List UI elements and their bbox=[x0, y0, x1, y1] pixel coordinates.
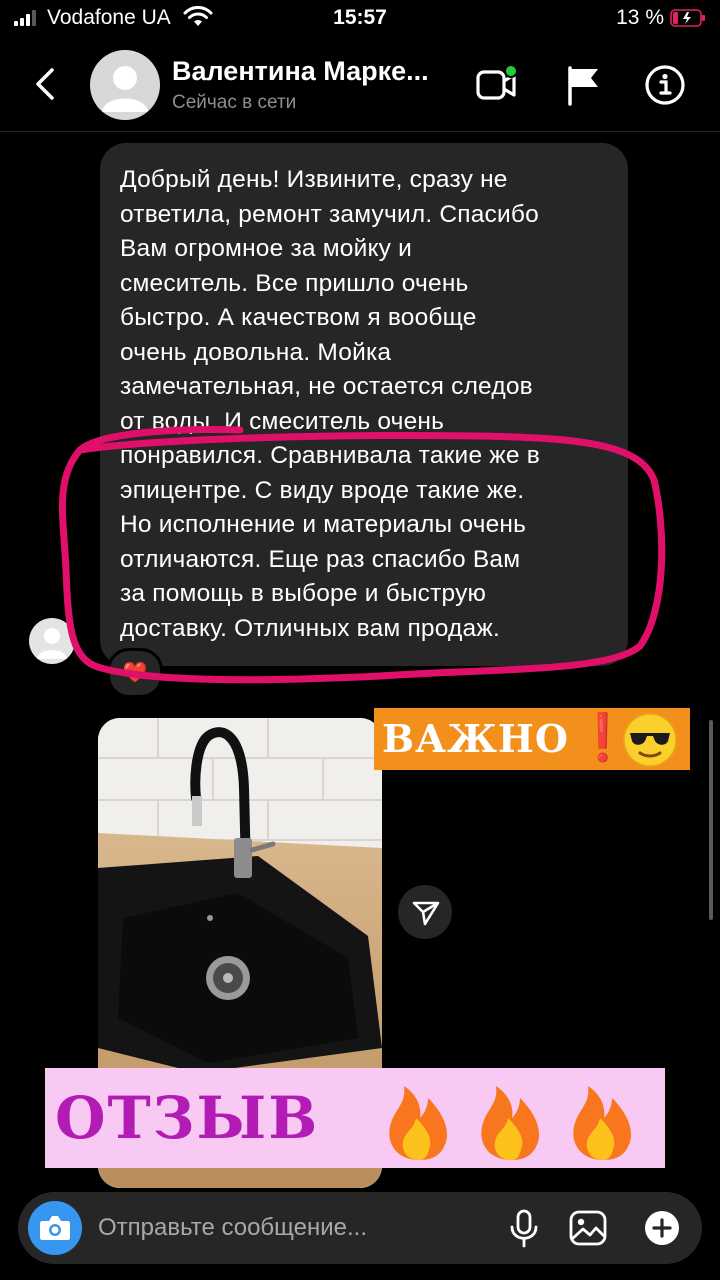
message-input[interactable] bbox=[98, 1210, 398, 1246]
flag-icon[interactable] bbox=[560, 62, 606, 108]
message-line: Добрый день! Извините, сразу не bbox=[120, 166, 508, 193]
contact-status: Сейчас в сети bbox=[172, 92, 297, 113]
fire-emoji-icon bbox=[389, 1086, 632, 1160]
review-label: ОТЗЫВ bbox=[55, 1084, 320, 1152]
message-line: смеситель. Все пришло очень bbox=[120, 269, 469, 297]
video-call-icon[interactable] bbox=[474, 62, 520, 108]
message-line: очень довольна. Мойка bbox=[120, 338, 392, 366]
contact-name[interactable]: Валентина Марке... bbox=[172, 56, 429, 87]
share-button[interactable] bbox=[398, 885, 452, 939]
important-label: ВАЖНО bbox=[382, 716, 569, 761]
send-icon bbox=[412, 901, 440, 926]
sunglasses-emoji-icon bbox=[623, 713, 677, 767]
microphone-icon[interactable] bbox=[502, 1206, 546, 1250]
review-sticker: ОТЗЫВ bbox=[45, 1068, 665, 1168]
back-icon[interactable] bbox=[30, 64, 60, 104]
battery-icon bbox=[670, 9, 705, 27]
info-icon[interactable] bbox=[642, 62, 688, 108]
default-avatar-icon bbox=[102, 66, 148, 112]
header-divider bbox=[0, 131, 720, 132]
message-line: Вам огромное за мойку и bbox=[120, 235, 413, 262]
message-composer bbox=[18, 1192, 702, 1264]
battery-percent: 13 % bbox=[616, 6, 664, 29]
message-line: замечательная, не остается следов bbox=[120, 373, 533, 400]
plus-icon[interactable] bbox=[640, 1206, 684, 1250]
status-time: 15:57 bbox=[333, 6, 387, 29]
message-line: ответила, ремонт замучил. Спасибо bbox=[120, 200, 539, 228]
camera-icon bbox=[40, 1216, 70, 1240]
chat-header: Валентина Марке... Сейчас в сети bbox=[0, 40, 720, 130]
scroll-indicator[interactable] bbox=[709, 720, 713, 920]
camera-button[interactable] bbox=[28, 1201, 82, 1255]
gallery-icon[interactable] bbox=[566, 1206, 610, 1250]
message-line: быстро. А качеством я вообще bbox=[120, 304, 477, 331]
contact-avatar[interactable] bbox=[90, 50, 160, 120]
important-sticker: ВАЖНО ❗ bbox=[374, 708, 690, 770]
highlight-circle bbox=[59, 426, 666, 684]
status-bar: Vodafone UA 15:57 13 % bbox=[0, 0, 720, 40]
